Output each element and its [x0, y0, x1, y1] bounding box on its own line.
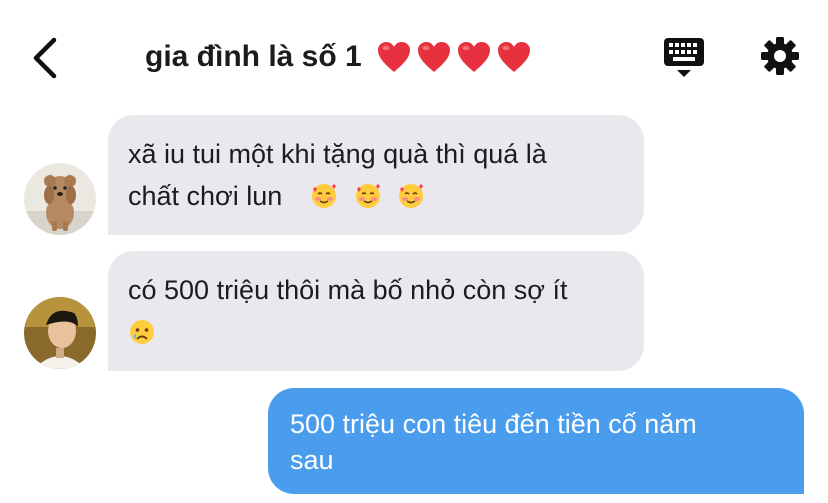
chat-title: gia đình là số 1	[145, 40, 532, 74]
dog-avatar[interactable]	[24, 163, 96, 235]
back-button[interactable]	[28, 36, 64, 80]
keyboard-button[interactable]	[662, 36, 706, 80]
message-bubble-incoming[interactable]: xã iu tui một khi tặng quà thì quá là ch…	[108, 115, 644, 235]
message-emojis	[310, 175, 433, 217]
crying-face-icon	[130, 320, 154, 344]
message-text: 500 triệu con tiêu đến tiền cố năm sau	[290, 409, 697, 475]
message-bubble-outgoing[interactable]: 500 triệu con tiêu đến tiền cố năm sau	[268, 388, 804, 494]
message-text: có 500 triệu thôi mà bố nhỏ còn sợ ít	[128, 275, 568, 305]
heart-icon	[497, 42, 530, 72]
heart-icon	[377, 42, 410, 72]
settings-button[interactable]	[760, 36, 800, 76]
gear-icon	[761, 37, 799, 75]
smiling-face-with-hearts-icon	[355, 184, 380, 208]
dog-avatar-image	[24, 163, 96, 235]
smiling-face-with-hearts-icon	[399, 184, 424, 208]
keyboard-icon	[664, 38, 704, 77]
title-hearts	[376, 40, 532, 74]
chat-title-text: gia đình là số 1	[145, 40, 362, 73]
smiling-face-with-hearts-icon	[312, 184, 336, 208]
person-avatar-image	[24, 297, 96, 369]
message-emojis	[128, 311, 164, 353]
heart-icon	[417, 42, 450, 72]
message-bubble-incoming[interactable]: có 500 triệu thôi mà bố nhỏ còn sợ ít	[108, 251, 644, 371]
chevron-left-icon	[33, 37, 57, 79]
person-avatar[interactable]	[24, 297, 96, 369]
heart-icon	[457, 42, 490, 72]
